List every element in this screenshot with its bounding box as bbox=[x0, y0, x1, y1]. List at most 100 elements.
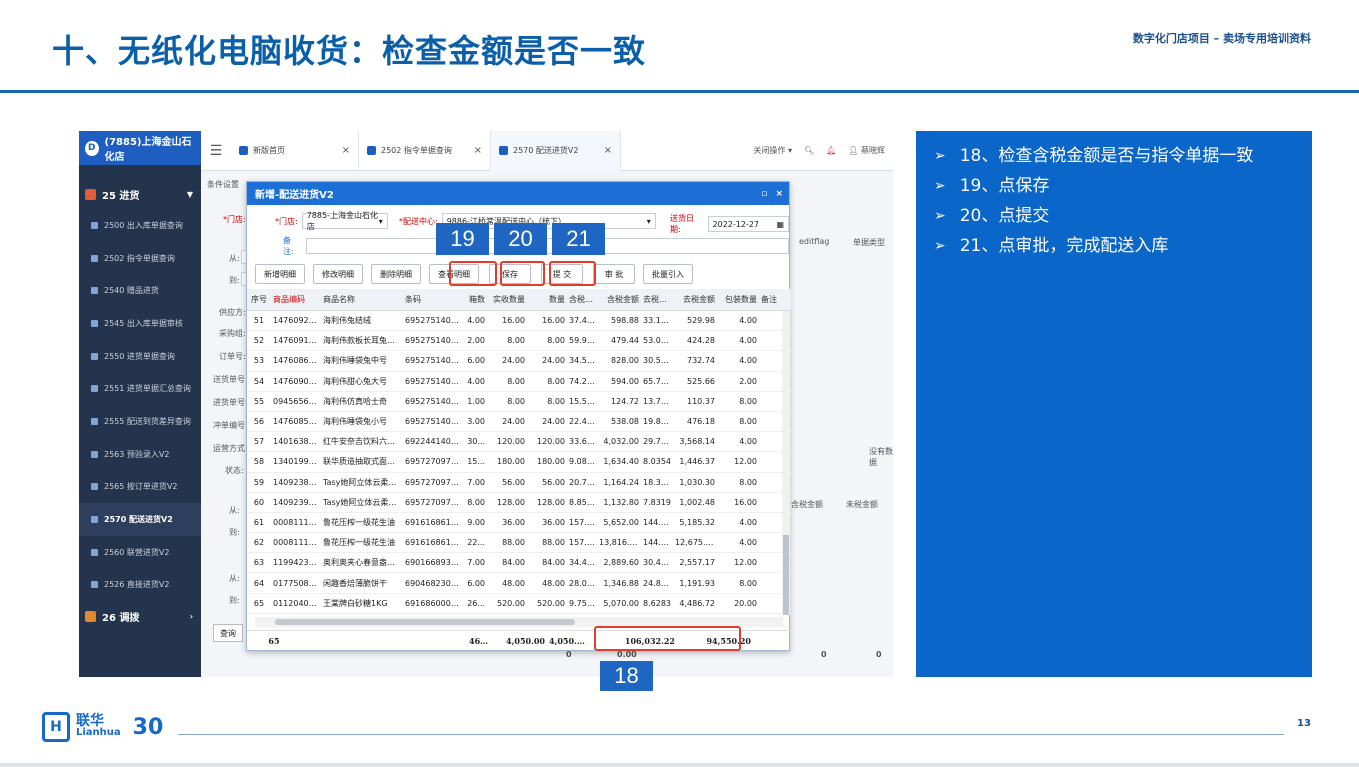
remark-field[interactable] bbox=[305, 238, 789, 254]
table-cell: 6952751408762 bbox=[405, 376, 461, 386]
table-row[interactable]: 55 0945656001海利伟仿真哈士奇 6952751403965 1.00 8.0… bbox=[247, 392, 791, 412]
footer-divider bbox=[178, 734, 1284, 735]
column-header[interactable]: 序号 bbox=[247, 294, 271, 305]
table-cell: 30.4425 bbox=[643, 558, 673, 568]
approve-highlight bbox=[549, 261, 596, 286]
submit-highlight bbox=[500, 261, 545, 286]
bell-icon[interactable]: 🔔︎ bbox=[826, 146, 836, 155]
vertical-scrollbar[interactable] bbox=[782, 311, 790, 615]
date-field[interactable]: 2022-12-27 ▦ bbox=[707, 216, 789, 232]
column-header[interactable]: 备注 bbox=[759, 294, 785, 305]
table-cell: 88.00 bbox=[542, 538, 565, 548]
tab-delivery-v2[interactable]: 2570 配送进货V2 × bbox=[491, 131, 621, 171]
close-icon[interactable]: × bbox=[474, 145, 482, 156]
table-row[interactable]: 64 0177508001闲趣香焙薄脆饼干 6904682300196 6.00 48.… bbox=[247, 573, 791, 594]
store-row: *门店: 7885-上海金山石化店 ▾ bbox=[275, 211, 388, 231]
table-cell: 520.00 bbox=[497, 598, 525, 608]
search-icon[interactable]: 🔍︎ bbox=[804, 146, 814, 155]
user-menu[interactable]: 👤︎ 蔡晓辉 bbox=[848, 145, 885, 156]
page-number: 13 bbox=[1297, 718, 1311, 729]
close-ops-menu[interactable]: 关闭操作 ▾ bbox=[753, 145, 792, 156]
close-icon[interactable]: × bbox=[342, 145, 350, 156]
column-header[interactable]: 数量 bbox=[527, 294, 567, 305]
table-cell: 王棠牌白砂糖1KG bbox=[323, 598, 388, 608]
table-cell: 1476091001 bbox=[273, 336, 321, 346]
sidebar-item[interactable]: 2560 联营进货V2 bbox=[79, 536, 201, 569]
table-cell: 6901668935380 bbox=[405, 558, 461, 568]
approve-button[interactable]: 审 批 bbox=[593, 264, 635, 284]
table-cell: 54 bbox=[253, 376, 265, 386]
delete-detail-button[interactable]: 删除明细 bbox=[371, 264, 421, 284]
doc-icon bbox=[91, 548, 98, 556]
table-cell: 4.00 bbox=[467, 376, 485, 386]
sidebar-item[interactable]: 2526 直接进货V2 bbox=[79, 569, 201, 602]
close-icon[interactable]: × bbox=[604, 145, 612, 156]
sidebar-item-label: 2555 配送到货差异查询 bbox=[104, 416, 191, 426]
table-row[interactable]: 61 0008111001鲁花压榨一级花生油 6916168616554 9.00 36… bbox=[247, 513, 791, 534]
batch-import-button[interactable]: 批量引入 bbox=[643, 264, 693, 284]
table-cell: 180.00 bbox=[497, 457, 525, 467]
table-row[interactable]: 59 1409238001Tasy她阿立体云柔抽取...6957270977898… bbox=[247, 473, 791, 493]
total-zero: 0 bbox=[876, 650, 882, 659]
table-row[interactable]: 51 1476092001海利伟兔结绒 6952751408731 4.00 16.00… bbox=[247, 311, 791, 332]
table-cell: 37.4300 bbox=[569, 316, 597, 326]
store-select[interactable]: 7885-上海金山石化店 ▾ bbox=[301, 211, 388, 231]
sidebar-item[interactable]: 2570 配送进货V2 bbox=[79, 503, 201, 536]
table-cell: 6916168616554 bbox=[405, 538, 461, 548]
table-row[interactable]: 53 1476086001海利伟睡袋兔中号 6952751408724 6.00 24.… bbox=[247, 351, 791, 372]
store-header[interactable]: D (7885)上海金山石化店 bbox=[79, 131, 201, 165]
column-header[interactable]: 包装数量 bbox=[717, 294, 759, 305]
column-header[interactable]: 商品名称 bbox=[321, 294, 403, 305]
close-icon[interactable]: × bbox=[775, 189, 783, 199]
column-header[interactable]: 含税金额 bbox=[597, 294, 641, 305]
column-header[interactable]: 箱数 bbox=[461, 294, 487, 305]
sidebar-item[interactable]: 2555 配送到货差异查询 bbox=[79, 405, 201, 438]
table-row[interactable]: 56 1476085001海利伟睡袋兔小号 6952751408700 3.00 24.… bbox=[247, 412, 791, 433]
table-cell: 55 bbox=[253, 396, 265, 406]
sidebar-item[interactable]: 2563 预验录入V2 bbox=[79, 438, 201, 471]
column-header[interactable]: 实收数量 bbox=[487, 294, 527, 305]
query-button[interactable]: 查询 bbox=[213, 624, 243, 642]
column-header[interactable]: 去税金额 bbox=[673, 294, 717, 305]
table-cell: 74.2500 bbox=[569, 376, 597, 386]
column-header[interactable]: 去税单价 bbox=[641, 294, 673, 305]
table-row[interactable]: 57 1401638001红牛安奈吉饮料六罐装6922441402011 30...… bbox=[247, 432, 791, 453]
hamburger-icon[interactable]: ☰ bbox=[201, 143, 231, 159]
save-highlight bbox=[449, 261, 497, 286]
table-row[interactable]: 58 1340199001联华质造抽取式面巾纸6957270975955 15...… bbox=[247, 452, 791, 473]
table-cell: 4.00 bbox=[739, 437, 757, 447]
table-row[interactable]: 54 1476090001海利伟甜心兔大号 6952751408762 4.00 8.0… bbox=[247, 372, 791, 392]
sidebar-item[interactable]: 2565 按订单进货V2 bbox=[79, 471, 201, 504]
sidebar-item-label: 2550 进货单据查询 bbox=[104, 351, 175, 361]
sidebar-item[interactable]: 2551 进货单据汇总查询 bbox=[79, 372, 201, 405]
sidebar-item[interactable]: 2545 出入库单据审核 bbox=[79, 307, 201, 340]
table-row[interactable]: 63 1199423001奥利奥夹心春意盎然礼...6901668935380 7.… bbox=[247, 553, 791, 574]
table-cell: 8.00 bbox=[547, 376, 565, 386]
add-detail-button[interactable]: 新增明细 bbox=[255, 264, 305, 284]
sidebar-group-inbound[interactable]: 25 进货 ▼ bbox=[79, 179, 201, 209]
table-row[interactable]: 65 0112040001王棠牌白砂糖1KG 6916860000026 26... 5… bbox=[247, 594, 791, 614]
column-header[interactable]: 条码 bbox=[403, 294, 461, 305]
sidebar-item[interactable]: 2500 出入库单据查询 bbox=[79, 209, 201, 242]
maximize-icon[interactable]: ▫ bbox=[761, 189, 767, 199]
sidebar-item[interactable]: 2550 进货单据查询 bbox=[79, 340, 201, 373]
column-header[interactable]: 含税单价 bbox=[567, 294, 597, 305]
sidebar-item[interactable]: 2540 赠品进货 bbox=[79, 274, 201, 307]
table-cell: 6957270977898 bbox=[405, 477, 461, 487]
arrow-bullet-icon: ➢ bbox=[934, 208, 946, 224]
table-cell: 594.00 bbox=[611, 376, 639, 386]
table-row[interactable]: 52 1476091001海利伟款板长耳兔中号6952751408847 2.00 8… bbox=[247, 331, 791, 352]
to-label: 到: bbox=[229, 528, 240, 537]
sidebar-item[interactable]: 2502 指令单据查询 bbox=[79, 242, 201, 275]
table-row[interactable]: 60 1409239001Tasy她阿立体云柔抽取...6957270977904… bbox=[247, 493, 791, 513]
column-header[interactable]: 商品编码 bbox=[271, 294, 321, 305]
table-cell: 65.7080 bbox=[643, 376, 673, 386]
table-row[interactable]: 62 0008111001鲁花压榨一级花生油 6916168616554 22... 8… bbox=[247, 533, 791, 554]
tab-home[interactable]: 新版首页 × bbox=[231, 131, 359, 171]
tab-instruction-query[interactable]: 2502 指令单据查询 × bbox=[359, 131, 491, 171]
table-cell: 6916168616554 bbox=[405, 517, 461, 527]
order-label: 订单号: bbox=[219, 352, 246, 361]
sidebar-group-transfer[interactable]: 26 调拨 › bbox=[79, 601, 201, 631]
col-net-amount: 未税金额 bbox=[846, 500, 878, 509]
edit-detail-button[interactable]: 修改明细 bbox=[313, 264, 363, 284]
